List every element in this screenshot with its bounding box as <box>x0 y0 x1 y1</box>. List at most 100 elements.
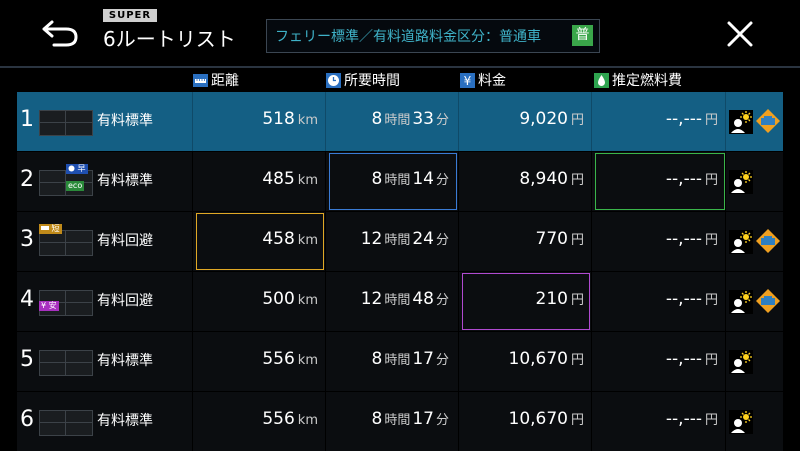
minutes-unit: 分 <box>435 413 449 428</box>
toll-value: 8,940 <box>519 169 568 189</box>
route-number: 1 <box>20 107 34 132</box>
column-label-toll: 料金 <box>478 73 506 89</box>
toll-value: 210 <box>535 289 568 309</box>
cheap-tag: ¥ 安 <box>39 301 59 311</box>
toll-cell: 10,670 円 <box>458 332 592 391</box>
route-number: 5 <box>20 347 34 372</box>
route-icons <box>725 392 784 451</box>
page-title: 6ルートリスト <box>103 27 236 51</box>
clock-icon <box>326 72 341 88</box>
distance-value: 518 <box>262 109 295 129</box>
time-minutes: 17 <box>412 349 434 369</box>
distance-unit: km <box>297 413 318 428</box>
close-button[interactable] <box>716 10 764 58</box>
yen-unit: 円 <box>704 233 718 248</box>
minutes-unit: 分 <box>435 353 449 368</box>
sun-person-icon <box>729 170 753 194</box>
yen-unit: 円 <box>570 113 584 128</box>
route-type: 有料標準 <box>97 173 153 189</box>
minutes-unit: 分 <box>435 293 449 308</box>
fast-tag: 早 <box>66 164 88 174</box>
distance-value: 458 <box>262 229 295 249</box>
column-header-time: 所要時間 <box>326 70 400 90</box>
distance-value: 500 <box>262 289 295 309</box>
yen-unit: 円 <box>704 413 718 428</box>
time-minutes: 17 <box>412 409 434 429</box>
time-minutes: 33 <box>412 109 434 129</box>
column-header-toll: ¥ 料金 <box>460 70 506 90</box>
hours-unit: 時間 <box>384 113 411 128</box>
close-icon <box>727 21 753 47</box>
short-tag-label: 短 <box>51 224 60 233</box>
time-hours: 12 <box>360 229 383 249</box>
route-icons <box>725 332 784 391</box>
fuel-cell: --,--- 円 <box>591 152 726 211</box>
fast-tag-label: 早 <box>77 164 86 173</box>
route-row-2[interactable]: 2 早 eco 有料標準 485 km 8 時間 14 分 8,940 円 --,--- 円 <box>17 152 783 211</box>
toll-value: 10,670 <box>508 409 568 429</box>
time-hours: 12 <box>360 289 383 309</box>
time-hours: 8 <box>371 169 383 189</box>
toll-cell: 8,940 円 <box>458 152 592 211</box>
route-type: 有料回避 <box>97 233 153 249</box>
route-row-5[interactable]: 5 有料標準 556 km 8 時間 17 分 10,670 円 --,--- 円 <box>17 332 783 391</box>
hours-unit: 時間 <box>384 353 411 368</box>
route-type: 有料標準 <box>97 413 153 429</box>
toll-cell: 9,020 円 <box>458 92 592 151</box>
yen-unit: 円 <box>570 413 584 428</box>
route-icons <box>725 152 784 211</box>
hours-unit: 時間 <box>384 413 411 428</box>
yen-unit: 円 <box>704 173 718 188</box>
route-number: 6 <box>20 407 34 432</box>
yen-unit: 円 <box>704 353 718 368</box>
back-button[interactable] <box>30 10 90 58</box>
toll-road-sign-icon <box>756 109 780 133</box>
time-minutes: 24 <box>412 229 434 249</box>
fuel-cell: --,--- 円 <box>591 272 726 331</box>
distance-unit: km <box>297 113 318 128</box>
route-icons <box>725 92 784 151</box>
route-row-4[interactable]: 4 ¥ 安 有料回避 500 km 12 時間 48 分 210 円 --,--- 円 <box>17 272 783 331</box>
distance-unit: km <box>297 173 318 188</box>
hours-unit: 時間 <box>384 293 411 308</box>
sun-person-icon <box>729 230 753 254</box>
hours-unit: 時間 <box>384 233 411 248</box>
time-cell: 12 時間 24 分 <box>325 212 459 271</box>
route-row-1[interactable]: 1 有料標準 518 km 8 時間 33 分 9,020 円 --,--- 円 <box>17 92 783 151</box>
time-minutes: 48 <box>412 289 434 309</box>
sun-person-icon <box>729 350 753 374</box>
column-header-fuel: 推定燃料費 <box>594 70 682 90</box>
distance-value: 485 <box>262 169 295 189</box>
yen-unit: 円 <box>704 113 718 128</box>
route-thumbnail <box>39 110 93 136</box>
fuel-value: --,--- <box>665 109 702 129</box>
route-type: 有料標準 <box>97 353 153 369</box>
toll-road-sign-icon <box>756 289 780 313</box>
time-cell: 12 時間 48 分 <box>325 272 459 331</box>
distance-unit: km <box>297 293 318 308</box>
back-arrow-icon <box>42 20 78 47</box>
distance-cell: 500 km <box>192 272 326 331</box>
distance-cell: 485 km <box>192 152 326 211</box>
route-number: 2 <box>20 167 34 192</box>
distance-cell: 518 km <box>192 92 326 151</box>
column-header-distance: 距離 <box>193 70 239 90</box>
sun-person-icon <box>729 290 753 314</box>
column-label-distance: 距離 <box>211 73 239 89</box>
route-row-6[interactable]: 6 有料標準 556 km 8 時間 17 分 10,670 円 --,--- 円 <box>17 392 783 451</box>
yen-unit: 円 <box>704 293 718 308</box>
column-headers: 距離 所要時間 ¥ 料金 推定燃料費 <box>0 68 800 90</box>
fuel-cell: --,--- 円 <box>591 332 726 391</box>
route-row-3[interactable]: 3 短 有料回避 458 km 12 時間 24 分 770 円 --,--- 円 <box>17 212 783 271</box>
column-label-time: 所要時間 <box>344 73 400 89</box>
distance-unit: km <box>297 233 318 248</box>
fuel-cell: --,--- 円 <box>591 212 726 271</box>
distance-value: 556 <box>262 409 295 429</box>
route-info-cell: 1 有料標準 <box>17 92 192 151</box>
column-label-fuel: 推定燃料費 <box>612 73 682 89</box>
fuel-value: --,--- <box>665 229 702 249</box>
yen-unit: 円 <box>570 233 584 248</box>
vehicle-class-badge: 普 <box>572 25 593 46</box>
clock-icon <box>68 165 75 172</box>
distance-cell: 556 km <box>192 332 326 391</box>
